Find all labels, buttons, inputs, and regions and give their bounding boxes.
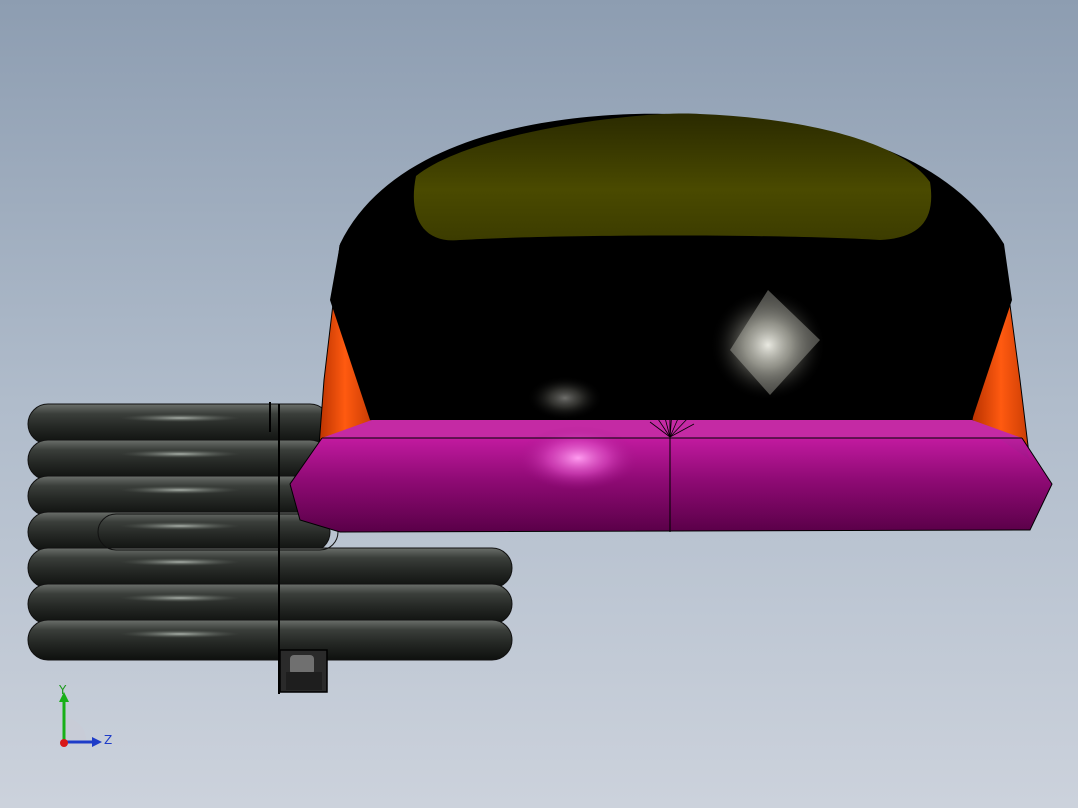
coil-turn [27,547,513,589]
coil-turn [27,619,513,661]
coil-turn [27,583,513,625]
model-scene[interactable] [0,0,1078,808]
triad-z-label: Z [104,733,112,747]
mount-bracket[interactable] [279,649,328,693]
coil-turn [27,403,331,445]
glint-small [527,376,603,420]
graphics-viewport[interactable]: Y Z [0,0,1078,808]
dome-top-highlight [413,113,932,241]
orientation-triad: Y Z [58,684,112,747]
triad-y-label: Y [58,684,67,697]
coil-turn [27,439,331,481]
coil-spine-line [269,402,271,432]
base-glint [518,426,638,490]
coil-turn [27,511,331,553]
triad-x-axis-icon [60,739,68,747]
coil-turn [27,475,331,517]
dome-cap[interactable] [317,113,1031,464]
base-ring[interactable] [289,411,1053,533]
